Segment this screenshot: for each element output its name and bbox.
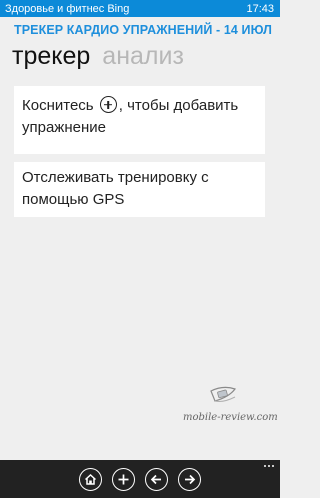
home-icon	[84, 473, 97, 485]
status-time: 17:43	[246, 2, 274, 15]
status-app-name: Здоровье и фитнес Bing	[5, 2, 130, 15]
forward-button[interactable]	[178, 467, 201, 491]
add-exercise-text-before: Коснитесь	[22, 97, 94, 114]
plus-circle-icon	[99, 96, 117, 113]
add-exercise-card[interactable]: Коснитесь , чтобы добавить упражнение	[14, 86, 265, 154]
pivot-header: трекер анализ	[12, 40, 184, 72]
arrow-right-icon	[185, 474, 196, 484]
pivot-tracker[interactable]: трекер	[12, 40, 90, 72]
status-bar: Здоровье и фитнес Bing 17:43	[0, 0, 280, 17]
watermark-logo-icon	[210, 386, 236, 402]
back-button[interactable]	[145, 467, 168, 491]
overflow-menu-icon[interactable]	[264, 465, 274, 467]
add-button[interactable]	[112, 467, 135, 491]
gps-tracking-text: Отслеживать тренировку с помощью GPS	[22, 169, 209, 208]
page-title: ТРЕКЕР КАРДИО УПРАЖНЕНИЙ - 14 ИЮЛ	[14, 23, 273, 37]
watermark-text: mobile-review.com	[183, 412, 278, 423]
app-bar	[0, 460, 280, 498]
arrow-left-icon	[150, 474, 161, 484]
gps-tracking-card[interactable]: Отслеживать тренировку с помощью GPS	[14, 162, 265, 217]
plus-icon	[118, 474, 129, 484]
home-button[interactable]	[79, 467, 102, 491]
pivot-analysis[interactable]: анализ	[102, 40, 184, 72]
watermark: mobile-review.com	[183, 383, 278, 423]
